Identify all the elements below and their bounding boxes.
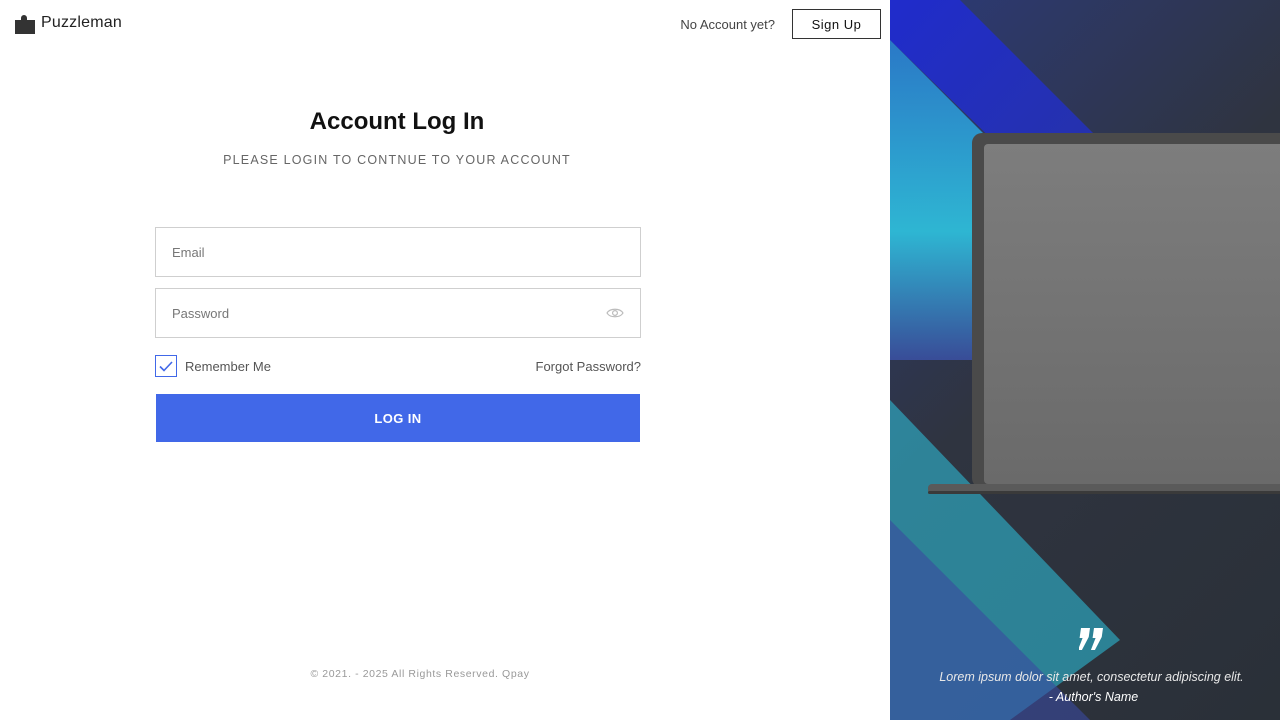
- checkmark-icon: [159, 360, 173, 372]
- email-input[interactable]: [172, 244, 624, 260]
- login-panel: Puzzleman No Account yet? Sign Up Accoun…: [0, 0, 890, 720]
- quote-icon: [1079, 628, 1103, 650]
- no-account-text: No Account yet?: [680, 16, 775, 32]
- brand[interactable]: Puzzleman: [15, 10, 122, 36]
- remember-me-label: Remember Me: [185, 358, 271, 374]
- remember-me[interactable]: Remember Me: [155, 355, 271, 377]
- log-in-button[interactable]: LOG IN: [156, 394, 640, 442]
- testimonial-author: - Author's Name: [1048, 690, 1139, 704]
- sign-up-button[interactable]: Sign Up: [792, 9, 881, 39]
- copyright-footer: © 2021. - 2025 All Rights Reserved. Qpay: [310, 668, 530, 680]
- email-field-wrapper: [155, 227, 641, 277]
- remember-me-checkbox[interactable]: [155, 355, 177, 377]
- password-field-wrapper: [155, 288, 641, 338]
- password-input[interactable]: [172, 305, 606, 321]
- header-actions: No Account yet? Sign Up: [680, 9, 881, 39]
- laptop-screen: [984, 144, 1280, 484]
- login-options: Remember Me Forgot Password?: [155, 354, 641, 378]
- brand-name: Puzzleman: [41, 14, 122, 31]
- eye-icon[interactable]: [606, 307, 624, 319]
- hero-panel: [890, 0, 1280, 720]
- page-title: Account Log In: [309, 108, 485, 135]
- puzzle-piece-icon: [15, 15, 35, 34]
- hero-illustration: [890, 0, 1280, 720]
- forgot-password-link[interactable]: Forgot Password?: [536, 359, 642, 374]
- testimonial-quote: Lorem ipsum dolor sit amet, consectetur …: [939, 670, 1244, 684]
- page-subtitle: PLEASE LOGIN TO CONTNUE TO YOUR ACCOUNT: [223, 153, 571, 167]
